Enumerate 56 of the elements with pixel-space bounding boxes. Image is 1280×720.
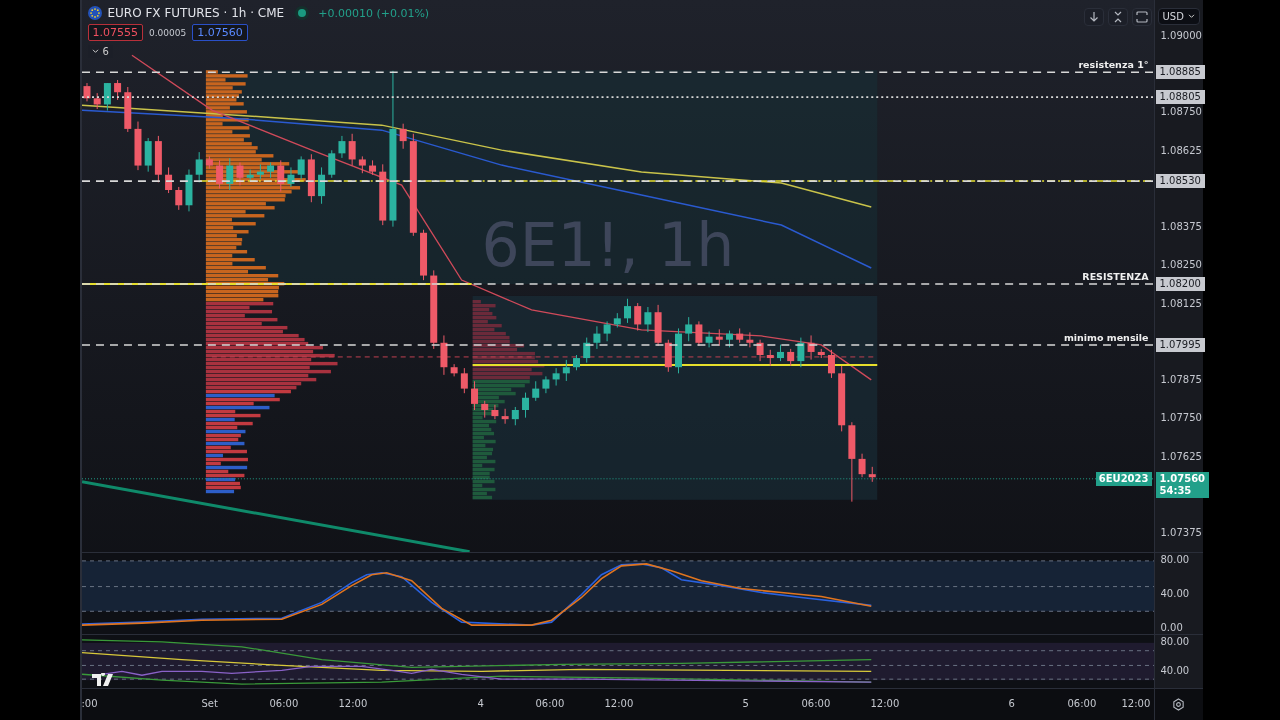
- indicator-tick: 80.00: [1160, 636, 1190, 647]
- fullscreen-button[interactable]: [1131, 8, 1152, 26]
- price-tick: 1.07625: [1160, 450, 1202, 462]
- level-price-label: 1.08885: [1155, 65, 1205, 79]
- price-tick: 1.08625: [1160, 144, 1202, 156]
- currency-dropdown[interactable]: USD: [1157, 8, 1200, 25]
- price-tick: 1.07875: [1160, 374, 1202, 386]
- price-tick: 1.09000: [1160, 30, 1202, 41]
- time-tick: 06:00: [801, 698, 831, 709]
- spread-value: 0.00005: [149, 27, 187, 38]
- time-tick: Set: [201, 698, 218, 709]
- symbol-tag: 6EU2023: [1095, 472, 1152, 486]
- price-tick: 1.08750: [1160, 106, 1202, 118]
- fullscreen-icon: [1135, 11, 1148, 23]
- flag-icon: [87, 6, 102, 20]
- logo-icon: [91, 673, 116, 687]
- caret-icon: [1187, 14, 1195, 19]
- market-status-icon: [298, 9, 307, 17]
- price-tick: 1.07375: [1160, 527, 1202, 538]
- indicator-tick: 40.00: [1160, 665, 1190, 676]
- settings-icon[interactable]: [1172, 698, 1185, 711]
- price-tick: 1.08125: [1160, 297, 1202, 309]
- time-tick: 12:00: [870, 698, 900, 709]
- time-tick: 4: [477, 698, 484, 709]
- level-label: minimo mensile: [1063, 332, 1149, 343]
- symbol-title[interactable]: EURO FX FUTURES · 1h · CME: [107, 6, 285, 20]
- oscillator-tick: 0.00: [1160, 622, 1183, 633]
- time-tick: 12:00: [338, 698, 368, 709]
- level-label: resistenza 1°: [1078, 59, 1149, 70]
- bar-countdown: 54:35: [1159, 485, 1193, 497]
- time-tick: 06:00: [269, 698, 299, 709]
- down-arrow-icon: [1087, 11, 1100, 23]
- time-tick: :00: [81, 698, 98, 709]
- level-price-label: 1.08805: [1155, 90, 1205, 104]
- level-label: RESISTENZA: [1082, 271, 1149, 282]
- price-tick: 1.08375: [1160, 221, 1202, 233]
- buy-price-button[interactable]: 1.07560: [192, 24, 248, 41]
- time-tick: 12:00: [604, 698, 634, 709]
- sell-price-button[interactable]: 1.07555: [87, 24, 143, 41]
- price-tick: 1.08250: [1160, 259, 1202, 271]
- level-price-label: 1.07995: [1155, 338, 1205, 352]
- oscillator-tick: 80.00: [1160, 554, 1190, 565]
- level-price-label: 1.08530: [1155, 174, 1205, 188]
- last-price: 1.07560: [1159, 473, 1206, 485]
- oscillator-tick: 40.00: [1160, 588, 1190, 599]
- time-tick: 6: [1008, 698, 1015, 709]
- scroll-down-button[interactable]: [1083, 8, 1104, 26]
- price-change: +0.00010 (+0.01%): [318, 6, 430, 20]
- time-tick: 06:00: [1067, 698, 1097, 709]
- time-tick: 12:00: [1121, 698, 1151, 709]
- time-tick: 06:00: [535, 698, 565, 709]
- caret-icon: [91, 49, 99, 54]
- time-tick: 5: [742, 698, 749, 709]
- collapse-button[interactable]: [1107, 8, 1128, 26]
- price-tick: 1.07750: [1160, 412, 1202, 424]
- level-price-label: 1.08200: [1155, 277, 1205, 291]
